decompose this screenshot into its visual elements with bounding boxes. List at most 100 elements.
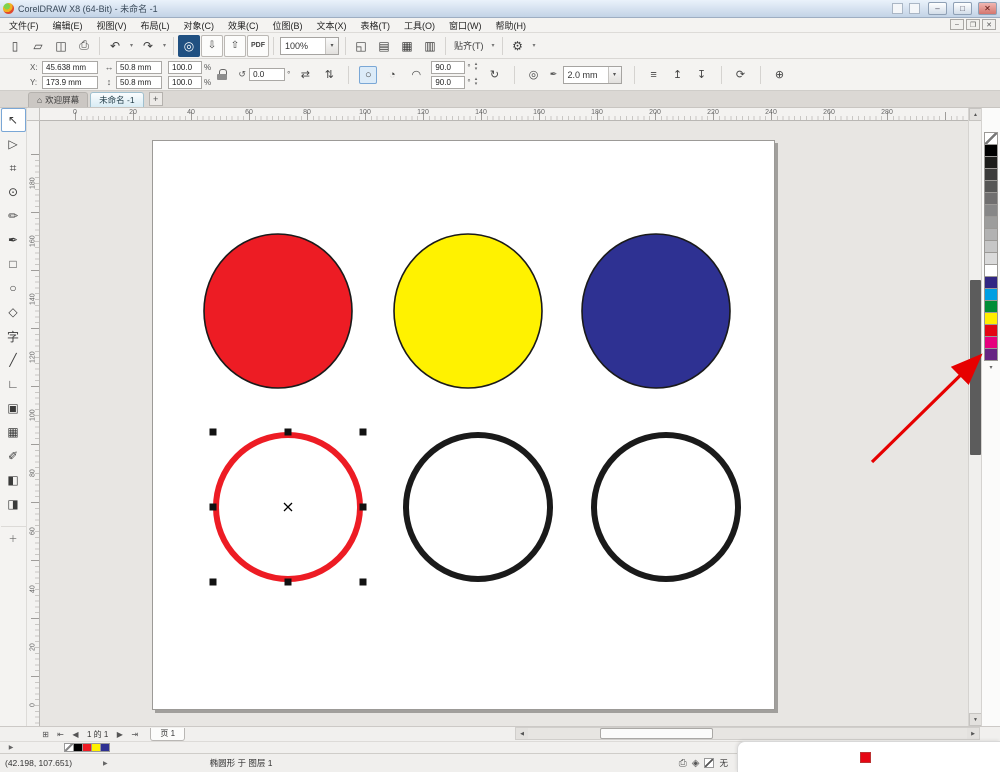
swatch-purple[interactable] bbox=[984, 348, 998, 361]
doc-close-button[interactable]: ✕ bbox=[982, 19, 996, 30]
dimension-tool[interactable]: ╱ bbox=[1, 348, 26, 372]
pie-mode-button[interactable]: ◔ bbox=[383, 66, 401, 84]
outline-width-dropdown-icon[interactable]: ▾ bbox=[607, 66, 621, 83]
eyedropper-tool[interactable]: ✐ bbox=[1, 444, 26, 468]
doc-minimize-button[interactable]: – bbox=[950, 19, 964, 30]
close-button[interactable]: ✕ bbox=[978, 2, 997, 15]
vertical-ruler[interactable]: 180 160 140 120 100 80 60 40 20 0 bbox=[27, 121, 40, 726]
arc-end-angle-field[interactable]: 90.0 bbox=[431, 75, 466, 89]
interactive-fill-tool[interactable]: ◧ bbox=[1, 468, 26, 492]
horizontal-scrollbar-thumb[interactable] bbox=[600, 728, 713, 739]
search-content-button[interactable]: ◎ bbox=[178, 34, 200, 57]
selection-handle[interactable] bbox=[284, 578, 292, 586]
menu-item[interactable]: 布局(L) bbox=[134, 18, 177, 33]
object-width-field[interactable]: 50.8 mm bbox=[116, 60, 162, 74]
options-button[interactable]: ⚙ bbox=[507, 35, 529, 57]
doc-restore-button[interactable]: ❐ bbox=[966, 19, 980, 30]
snap-to-dropdown[interactable]: ▾ bbox=[489, 35, 498, 57]
add-tools-button[interactable]: ＋ bbox=[0, 526, 26, 550]
text-tool[interactable]: 字 bbox=[1, 324, 26, 348]
ellipse-tool[interactable]: ○ bbox=[1, 276, 26, 300]
black-outline-circle-2[interactable] bbox=[591, 432, 741, 582]
quick-customize-button[interactable]: ⊕ bbox=[771, 66, 789, 84]
to-front-button[interactable]: ↥ bbox=[669, 66, 687, 84]
export-button[interactable]: ⇧ bbox=[224, 34, 246, 57]
page-tab[interactable]: 页 1 bbox=[150, 727, 186, 741]
selection-handle[interactable] bbox=[209, 503, 217, 511]
previous-page-button[interactable]: ◀ bbox=[68, 730, 83, 739]
vertical-scrollbar-thumb[interactable] bbox=[970, 280, 981, 455]
show-guidelines-button[interactable]: ▥ bbox=[419, 35, 441, 57]
document-palette-expand-button[interactable]: ▶ bbox=[4, 744, 18, 751]
scroll-right-arrow[interactable]: ▶ bbox=[967, 728, 979, 739]
selection-handle[interactable] bbox=[209, 428, 217, 436]
change-direction-button[interactable]: ↻ bbox=[486, 66, 504, 84]
mirror-vertical-button[interactable]: ⇅ bbox=[320, 66, 338, 84]
selection-handle[interactable] bbox=[359, 578, 367, 586]
show-grid-button[interactable]: ▦ bbox=[396, 35, 418, 57]
transparency-tool[interactable]: ▦ bbox=[1, 420, 26, 444]
menu-item[interactable]: 文件(F) bbox=[2, 18, 46, 33]
show-rulers-button[interactable]: ▤ bbox=[373, 35, 395, 57]
zoom-tool[interactable]: ⊙ bbox=[1, 180, 26, 204]
menu-item[interactable]: 编辑(E) bbox=[46, 18, 90, 33]
vertical-scrollbar[interactable]: ▲ ▼ bbox=[968, 108, 982, 726]
scroll-left-arrow[interactable]: ◀ bbox=[516, 728, 528, 739]
publish-pdf-button[interactable]: PDF bbox=[247, 34, 269, 57]
drop-shadow-tool[interactable]: ▣ bbox=[1, 396, 26, 420]
outline-position-button[interactable]: ◎ bbox=[525, 66, 543, 84]
drawing-canvas[interactable] bbox=[40, 121, 968, 726]
undo-dropdown[interactable]: ▾ bbox=[127, 35, 136, 57]
redo-dropdown[interactable]: ▾ bbox=[160, 35, 169, 57]
shape-tool[interactable]: ▷ bbox=[1, 132, 26, 156]
y-position-field[interactable]: 173.9 mm bbox=[42, 75, 98, 89]
scale-v-field[interactable]: 100.0 bbox=[168, 75, 202, 89]
selection-handle[interactable] bbox=[359, 503, 367, 511]
spinner-arrows[interactable]: ▴ ▾ bbox=[473, 77, 480, 87]
open-button[interactable]: ▱ bbox=[27, 35, 49, 57]
menu-item[interactable]: 工具(O) bbox=[397, 18, 442, 33]
zoom-dropdown-arrow-icon[interactable]: ▾ bbox=[325, 37, 338, 54]
last-page-button[interactable]: ⇥ bbox=[127, 730, 142, 739]
menu-item[interactable]: 文本(X) bbox=[310, 18, 354, 33]
page-sorter-button[interactable]: ⊞ bbox=[38, 730, 53, 739]
minimize-button[interactable]: – bbox=[928, 2, 947, 15]
artistic-media-tool[interactable]: ✒ bbox=[1, 228, 26, 252]
arc-mode-button[interactable]: ◠ bbox=[407, 66, 425, 84]
mirror-horizontal-button[interactable]: ⇄ bbox=[296, 66, 314, 84]
status-expand-button[interactable]: ▶ bbox=[103, 760, 108, 767]
freehand-tool[interactable]: ✏ bbox=[1, 204, 26, 228]
menu-item[interactable]: 表格(T) bbox=[354, 18, 398, 33]
spinner-arrows[interactable]: ▴ ▾ bbox=[473, 62, 480, 72]
black-outline-circle-1[interactable] bbox=[403, 432, 553, 582]
redo-button[interactable]: ↷ bbox=[137, 35, 159, 57]
first-page-button[interactable]: ⇤ bbox=[53, 730, 68, 739]
scale-h-field[interactable]: 100.0 bbox=[168, 60, 202, 74]
horizontal-scrollbar-track[interactable] bbox=[528, 728, 967, 739]
undo-button[interactable]: ↶ bbox=[104, 35, 126, 57]
horizontal-ruler[interactable]: 0 20 40 60 80 100 120 140 160 180 200 220 240 260 280 bbox=[40, 108, 968, 121]
wrap-text-button[interactable]: ≡ bbox=[645, 66, 663, 84]
to-back-button[interactable]: ↧ bbox=[693, 66, 711, 84]
rotation-angle-field[interactable]: 0.0 bbox=[249, 68, 286, 81]
new-document-button[interactable]: ▯ bbox=[4, 35, 26, 57]
menu-item[interactable]: 帮助(H) bbox=[489, 18, 534, 33]
menu-item[interactable]: 效果(C) bbox=[221, 18, 266, 33]
import-button[interactable]: ⇩ bbox=[201, 34, 223, 57]
palette-scroll-down-button[interactable]: ▾ bbox=[989, 364, 992, 371]
outline-width-combobox[interactable]: 2.0 mm ▾ bbox=[562, 65, 622, 84]
app-launcher-dropdown[interactable]: ▾ bbox=[530, 35, 539, 57]
object-height-field[interactable]: 50.8 mm bbox=[116, 75, 162, 89]
next-page-button[interactable]: ▶ bbox=[112, 730, 127, 739]
lock-ratio-button[interactable] bbox=[213, 66, 231, 84]
selection-handle[interactable] bbox=[359, 428, 367, 436]
snap-to-button[interactable]: 贴齐(T) bbox=[450, 35, 488, 57]
horizontal-scrollbar[interactable]: ◀ ▶ bbox=[515, 727, 980, 740]
x-position-field[interactable]: 45.638 mm bbox=[42, 60, 98, 74]
menu-item[interactable]: 视图(V) bbox=[90, 18, 134, 33]
new-document-tab-button[interactable]: + bbox=[148, 92, 163, 106]
polygon-tool[interactable]: ◇ bbox=[1, 300, 26, 324]
smart-fill-tool[interactable]: ◨ bbox=[1, 492, 26, 516]
crop-tool[interactable]: ⌗ bbox=[1, 156, 26, 180]
blue-filled-circle[interactable] bbox=[581, 233, 731, 389]
